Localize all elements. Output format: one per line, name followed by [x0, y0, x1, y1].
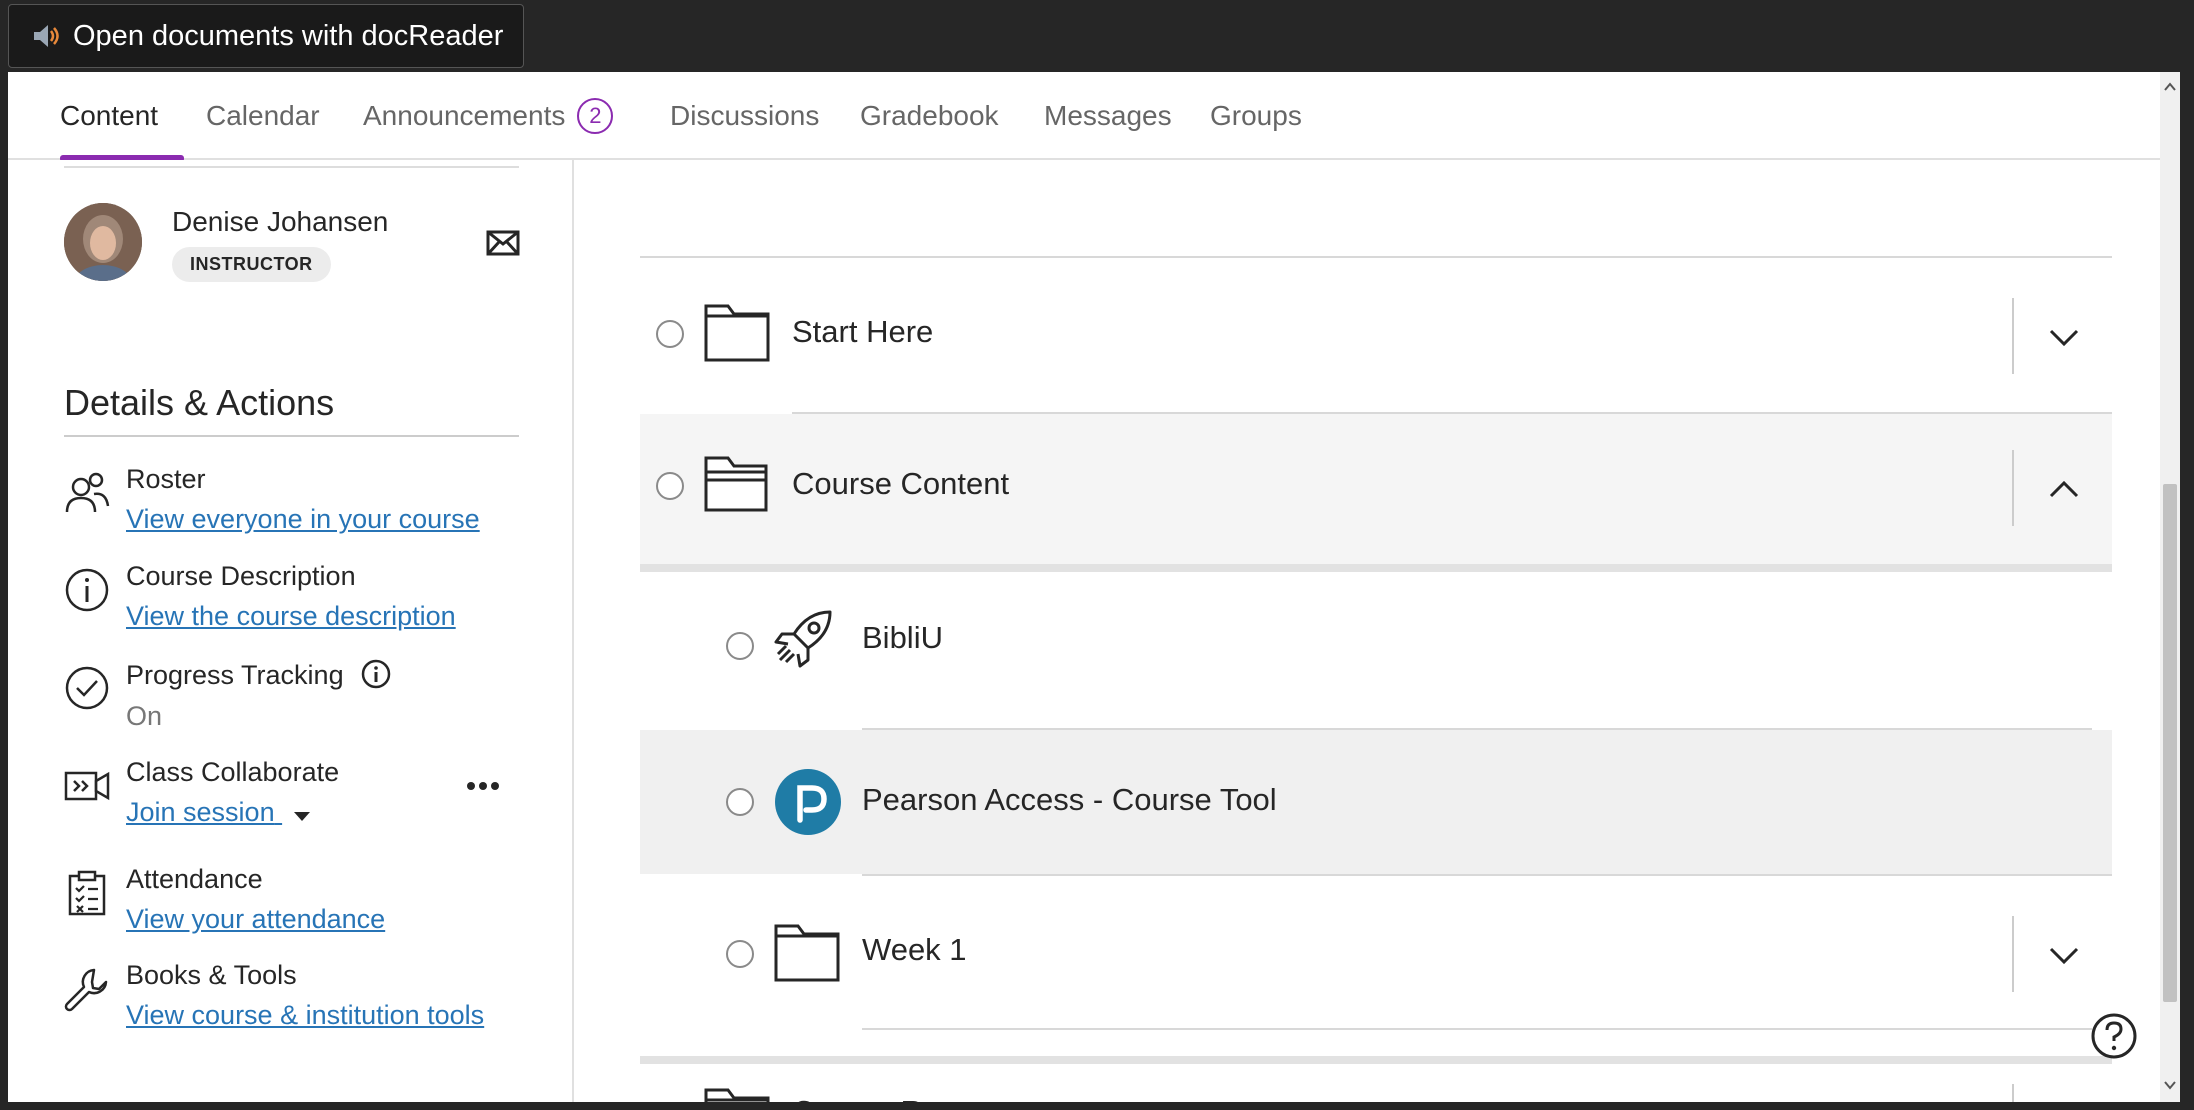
content-item-week-1[interactable]: Week 1 — [640, 876, 2112, 1028]
progress-tracking-status: On — [126, 701, 163, 731]
action-roster: Roster View everyone in your course — [64, 464, 544, 544]
tab-gradebook[interactable]: Gradebook — [860, 72, 999, 160]
action-class-collaborate: Class Collaborate Join session — [64, 757, 544, 837]
more-options-icon[interactable] — [466, 781, 500, 791]
item-title[interactable]: Start Here — [792, 314, 933, 350]
books-tools-label: Books & Tools — [126, 960, 297, 990]
folder-icon — [704, 304, 770, 362]
rocket-icon — [774, 610, 832, 668]
instructor-name: Denise Johansen — [172, 206, 389, 237]
progress-radio[interactable] — [726, 632, 754, 660]
content-item-start-here[interactable]: Start Here — [640, 260, 2112, 412]
info-icon — [65, 568, 109, 612]
divider — [2012, 1084, 2014, 1102]
divider — [2012, 298, 2014, 374]
chevron-down-icon[interactable] — [2046, 320, 2082, 356]
roster-link[interactable]: View everyone in your course — [126, 504, 480, 535]
announcements-count-badge: 2 — [577, 98, 614, 134]
attendance-link[interactable]: View your attendance — [126, 904, 385, 935]
instructor-role-badge: INSTRUCTOR — [172, 247, 331, 282]
caret-down-icon — [294, 812, 311, 821]
divider — [640, 256, 2112, 258]
attendance-label: Attendance — [126, 864, 263, 894]
divider — [2012, 916, 2014, 992]
speaker-icon — [34, 25, 59, 47]
check-circle-icon — [65, 666, 109, 710]
divider — [2012, 450, 2014, 526]
action-books-tools: Books & Tools View course & institution … — [64, 960, 544, 1040]
course-frame: Content Calendar Announcements 2 Discuss… — [8, 72, 2180, 1102]
progress-radio[interactable] — [726, 788, 754, 816]
divider — [64, 166, 519, 168]
content-item-course-resources[interactable]: Course Resources — [640, 1064, 2112, 1102]
help-icon[interactable] — [2090, 1012, 2138, 1060]
content-item-pearson-access[interactable]: Pearson Access - Course Tool — [640, 730, 2112, 874]
tab-calendar[interactable]: Calendar — [206, 72, 320, 160]
divider — [64, 435, 519, 437]
tab-content[interactable]: Content — [60, 72, 184, 162]
details-panel: Denise Johansen INSTRUCTOR Details & Act… — [8, 160, 574, 1102]
progress-radio[interactable] — [726, 940, 754, 968]
scroll-up-arrow-icon[interactable] — [2163, 80, 2177, 94]
action-attendance: Attendance View your attendance — [64, 864, 544, 944]
roster-label: Roster — [126, 464, 206, 494]
action-course-description: Course Description View the course descr… — [64, 561, 544, 641]
mail-icon[interactable] — [486, 230, 520, 256]
item-title[interactable]: Week 1 — [862, 932, 967, 968]
join-session-link[interactable]: Join session — [126, 797, 312, 828]
books-tools-link[interactable]: View course & institution tools — [126, 1000, 484, 1031]
docreader-label: Open documents with docReader — [73, 19, 504, 52]
chevron-up-icon[interactable] — [2046, 472, 2082, 508]
course-description-link[interactable]: View the course description — [126, 601, 456, 632]
course-description-label: Course Description — [126, 561, 356, 591]
tab-messages[interactable]: Messages — [1044, 72, 1172, 160]
divider — [862, 1028, 2092, 1030]
progress-radio[interactable] — [656, 472, 684, 500]
video-icon — [64, 771, 110, 801]
pearson-icon — [775, 769, 841, 835]
item-title[interactable]: Course Content — [792, 466, 1009, 502]
divider — [640, 564, 2112, 572]
top-bar: Open documents with docReader — [0, 0, 2194, 72]
divider — [640, 1056, 2112, 1064]
tab-groups[interactable]: Groups — [1210, 72, 1302, 160]
info-icon[interactable] — [361, 659, 391, 689]
progress-tracking-label: Progress Tracking — [126, 659, 391, 691]
course-nav: Content Calendar Announcements 2 Discuss… — [8, 72, 2160, 162]
scroll-down-arrow-icon[interactable] — [2163, 1078, 2177, 1092]
clipboard-icon — [68, 870, 106, 916]
content-list: Start Here Course Content BibliU Pearson… — [576, 160, 2160, 1102]
wrench-icon — [64, 968, 108, 1012]
tab-discussions[interactable]: Discussions — [670, 72, 819, 160]
class-collaborate-label: Class Collaborate — [126, 757, 340, 787]
roster-icon — [65, 472, 110, 513]
content-item-bibliu[interactable]: BibliU — [640, 572, 2112, 718]
avatar — [64, 203, 142, 281]
chevron-down-icon[interactable] — [2046, 938, 2082, 974]
folder-icon — [774, 924, 840, 982]
scrollbar[interactable] — [2160, 72, 2180, 1102]
item-title[interactable]: Course Resources — [792, 1094, 1049, 1102]
item-title[interactable]: Pearson Access - Course Tool — [862, 782, 1277, 818]
content-item-course-content[interactable]: Course Content — [640, 414, 2112, 564]
action-progress-tracking: Progress Tracking On — [64, 659, 544, 739]
docreader-button[interactable]: Open documents with docReader — [8, 4, 525, 68]
item-title[interactable]: BibliU — [862, 620, 943, 656]
details-title: Details & Actions — [64, 382, 335, 423]
scroll-thumb[interactable] — [2163, 484, 2177, 1002]
folder-open-icon — [704, 456, 768, 512]
tab-announcements[interactable]: Announcements 2 — [363, 72, 614, 160]
folder-icon — [704, 1088, 770, 1102]
progress-radio[interactable] — [656, 320, 684, 348]
